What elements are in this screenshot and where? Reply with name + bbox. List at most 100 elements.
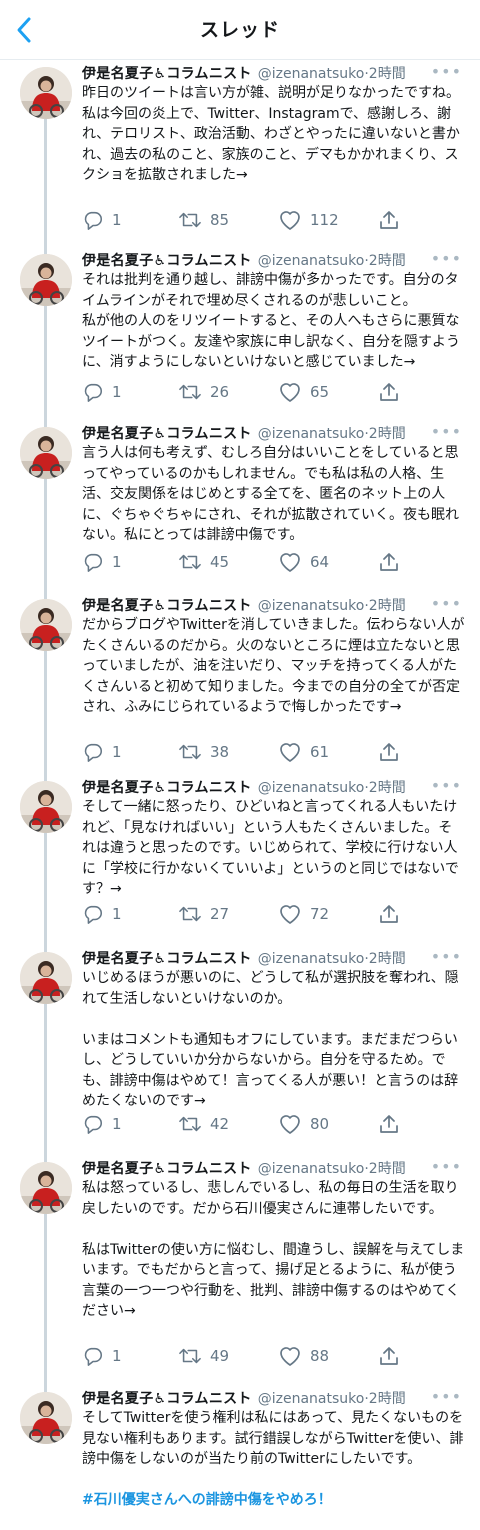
timestamp[interactable]: 2時間 [369, 1161, 406, 1177]
like-button[interactable]: 88 [278, 1344, 329, 1368]
tweet-body-text: 私は怒っているし、悲しんでいるし、私の毎日の生活を取り戻したいのです。だから石川… [82, 1180, 465, 1319]
like-count: 72 [310, 905, 330, 923]
like-button[interactable]: 61 [278, 740, 329, 764]
reply-button[interactable]: 1 [82, 380, 122, 404]
display-name[interactable]: 伊是名夏子♿コラムニスト [82, 1391, 252, 1407]
share-icon [378, 209, 400, 231]
display-name[interactable]: 伊是名夏子♿コラムニスト [82, 780, 252, 796]
display-name[interactable]: 伊是名夏子♿コラムニスト [82, 598, 252, 614]
tweet-body-text: それは批判を通り越し、誹謗中傷が多かったです。自分のタイムラインがそれで埋め尽く… [82, 272, 460, 370]
reply-count: 1 [112, 553, 122, 571]
user-handle[interactable]: @izenanatsuko [258, 426, 365, 442]
heart-icon [278, 551, 302, 573]
like-button[interactable]: 80 [278, 1112, 329, 1136]
tweet-text: 言う人は何も考えず、むしろ自分はいいことをしていると思ってやっているのかもしれま… [82, 443, 466, 546]
tweet-text: 私は怒っているし、悲しんでいるし、私の毎日の生活を取り戻したいのです。だから石川… [82, 1178, 466, 1322]
reply-button[interactable]: 1 [82, 208, 122, 232]
user-handle[interactable]: @izenanatsuko [258, 598, 365, 614]
like-count: 80 [310, 1115, 330, 1133]
more-options-icon[interactable]: ••• [431, 1158, 462, 1176]
share-button[interactable] [378, 550, 400, 574]
retweet-icon [178, 1345, 202, 1367]
like-button[interactable]: 65 [278, 380, 329, 404]
timestamp[interactable]: 2時間 [369, 253, 406, 269]
avatar[interactable] [20, 67, 72, 119]
timestamp[interactable]: 2時間 [369, 66, 406, 82]
timestamp[interactable]: 2時間 [369, 1391, 406, 1407]
retweet-button[interactable]: 49 [178, 1344, 229, 1368]
retweet-button[interactable]: 26 [178, 380, 229, 404]
avatar[interactable] [20, 1392, 72, 1444]
like-button[interactable]: 72 [278, 902, 329, 926]
retweet-button[interactable]: 42 [178, 1112, 229, 1136]
more-options-icon[interactable]: ••• [431, 423, 462, 441]
timestamp[interactable]: 2時間 [369, 780, 406, 796]
retweet-button[interactable]: 85 [178, 208, 229, 232]
retweet-icon [178, 551, 202, 573]
more-options-icon[interactable]: ••• [431, 250, 462, 268]
heart-icon [278, 209, 302, 231]
tweet-header: 伊是名夏子♿コラムニスト @izenanatsuko·2時間 ••• [82, 250, 462, 272]
timestamp[interactable]: 2時間 [369, 598, 406, 614]
tweet-header: 伊是名夏子♿コラムニスト @izenanatsuko·2時間 ••• [82, 777, 462, 799]
user-handle[interactable]: @izenanatsuko [258, 951, 365, 967]
display-name[interactable]: 伊是名夏子♿コラムニスト [82, 253, 252, 269]
retweet-icon [178, 903, 202, 925]
tweet-header: 伊是名夏子♿コラムニスト @izenanatsuko·2時間 ••• [82, 1388, 462, 1410]
avatar[interactable] [20, 1162, 72, 1214]
display-name[interactable]: 伊是名夏子♿コラムニスト [82, 66, 252, 82]
hashtag-link[interactable]: #石川優実さんへの誹謗中傷をやめろ！ [82, 1492, 332, 1508]
retweet-button[interactable]: 45 [178, 550, 229, 574]
reply-button[interactable]: 1 [82, 1112, 122, 1136]
share-button[interactable] [378, 380, 400, 404]
avatar[interactable] [20, 781, 72, 833]
avatar[interactable] [20, 254, 72, 306]
tweet-text: それは批判を通り越し、誹謗中傷が多かったです。自分のタイムラインがそれで埋め尽く… [82, 270, 466, 373]
share-icon [378, 1345, 400, 1367]
avatar[interactable] [20, 952, 72, 1004]
avatar[interactable] [20, 427, 72, 479]
more-options-icon[interactable]: ••• [431, 63, 462, 81]
tweet-body-text: だからブログやTwitterを消していきました。伝わらない人がたくさんいるのだか… [82, 617, 465, 715]
header-bar: スレッド [0, 0, 480, 60]
share-button[interactable] [378, 902, 400, 926]
heart-icon [278, 1345, 302, 1367]
more-options-icon[interactable]: ••• [431, 948, 462, 966]
user-handle[interactable]: @izenanatsuko [258, 1161, 365, 1177]
reply-button[interactable]: 1 [82, 550, 122, 574]
reply-button[interactable]: 1 [82, 1344, 122, 1368]
tweet-actions: 1 27 72 [82, 902, 412, 926]
retweet-count: 38 [210, 743, 230, 761]
share-button[interactable] [378, 740, 400, 764]
more-options-icon[interactable]: ••• [431, 1388, 462, 1406]
more-options-icon[interactable]: ••• [431, 777, 462, 795]
user-handle[interactable]: @izenanatsuko [258, 780, 365, 796]
heart-icon [278, 741, 302, 763]
share-button[interactable] [378, 1344, 400, 1368]
more-options-icon[interactable]: ••• [431, 595, 462, 613]
retweet-count: 42 [210, 1115, 230, 1133]
share-icon [378, 903, 400, 925]
timestamp[interactable]: 2時間 [369, 951, 406, 967]
tweet-actions: 1 45 64 [82, 550, 412, 574]
retweet-button[interactable]: 27 [178, 902, 229, 926]
like-button[interactable]: 112 [278, 208, 339, 232]
like-button[interactable]: 64 [278, 550, 329, 574]
share-button[interactable] [378, 208, 400, 232]
user-handle[interactable]: @izenanatsuko [258, 66, 365, 82]
user-handle[interactable]: @izenanatsuko [258, 1391, 365, 1407]
share-button[interactable] [378, 1112, 400, 1136]
display-name[interactable]: 伊是名夏子♿コラムニスト [82, 426, 252, 442]
display-name[interactable]: 伊是名夏子♿コラムニスト [82, 951, 252, 967]
retweet-icon [178, 741, 202, 763]
display-name[interactable]: 伊是名夏子♿コラムニスト [82, 1161, 252, 1177]
reply-button[interactable]: 1 [82, 902, 122, 926]
reply-icon [82, 741, 104, 763]
retweet-count: 85 [210, 211, 230, 229]
reply-button[interactable]: 1 [82, 740, 122, 764]
tweet-actions: 1 85 112 [82, 208, 412, 232]
retweet-button[interactable]: 38 [178, 740, 229, 764]
avatar[interactable] [20, 599, 72, 651]
timestamp[interactable]: 2時間 [369, 426, 406, 442]
user-handle[interactable]: @izenanatsuko [258, 253, 365, 269]
